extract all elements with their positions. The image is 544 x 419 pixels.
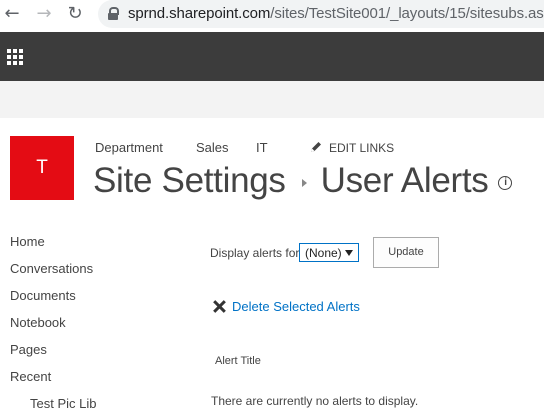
back-arrow-icon[interactable]: ← <box>2 4 22 24</box>
app-launcher-icon[interactable] <box>7 49 23 65</box>
select-value: (None) <box>305 246 342 260</box>
suite-bar <box>0 32 544 81</box>
leftnav-item-test-pic-lib[interactable]: Test Pic Lib <box>30 396 96 411</box>
edit-links-button[interactable]: EDIT LINKS <box>309 140 394 155</box>
topnav-department[interactable]: Department <box>95 140 163 155</box>
browser-toolbar: ← → ↻ sprnd.sharepoint.com/sites/TestSit… <box>0 0 544 30</box>
leftnav-item-notebook[interactable]: Notebook <box>10 315 66 330</box>
alert-title-column-header[interactable]: Alert Title <box>215 355 261 367</box>
edit-links-label: EDIT LINKS <box>329 141 395 155</box>
url-text[interactable]: sprnd.sharepoint.com/sites/TestSite001/_… <box>128 5 544 22</box>
info-icon[interactable]: i <box>498 175 513 190</box>
page-title-row: Site Settings User Alerts i <box>93 161 513 201</box>
delete-x-icon <box>212 299 226 313</box>
breadcrumb-site-settings[interactable]: Site Settings <box>93 161 286 200</box>
leftnav-item-recent[interactable]: Recent <box>10 369 51 384</box>
leftnav-item-documents[interactable]: Documents <box>10 288 76 303</box>
leftnav-item-conversations[interactable]: Conversations <box>10 261 93 276</box>
pencil-icon <box>311 142 321 152</box>
url-path: /sites/TestSite001/_layouts/15/sitesubs.… <box>270 5 544 22</box>
leftnav-item-home[interactable]: Home <box>10 234 45 249</box>
update-button[interactable]: Update <box>373 237 439 268</box>
display-alerts-select[interactable]: (None) <box>299 243 359 262</box>
topnav-it[interactable]: IT <box>256 140 268 155</box>
ribbon-bar <box>0 81 544 118</box>
delete-selected-alerts-link[interactable]: Delete Selected Alerts <box>212 299 360 314</box>
page-title: User Alerts <box>320 161 489 200</box>
reload-icon[interactable]: ↻ <box>65 4 85 24</box>
topnav-sales[interactable]: Sales <box>196 140 229 155</box>
site-logo[interactable]: T <box>10 136 74 200</box>
lock-icon[interactable] <box>108 7 119 20</box>
leftnav-item-pages[interactable]: Pages <box>10 342 47 357</box>
url-host: sprnd.sharepoint.com <box>128 5 271 22</box>
forward-arrow-icon[interactable]: → <box>34 4 54 24</box>
display-alerts-label: Display alerts for <box>210 246 300 260</box>
breadcrumb-arrow-icon <box>301 178 307 187</box>
delete-label: Delete Selected Alerts <box>232 299 360 314</box>
dropdown-arrow-icon <box>345 250 353 256</box>
empty-alerts-message: There are currently no alerts to display… <box>211 394 419 408</box>
